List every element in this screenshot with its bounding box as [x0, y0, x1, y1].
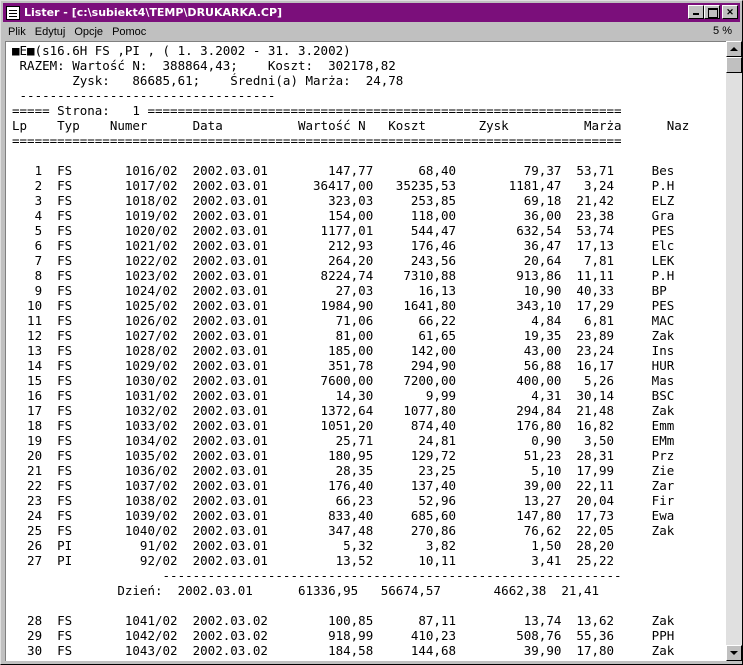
document-line: ========================================… [12, 133, 622, 148]
maximize-button[interactable] [704, 5, 720, 19]
document-line: RAZEM: Wartość N: 388864,43; Koszt: 3021… [12, 58, 396, 73]
document-line: Zysk: 86685,61; Średni(a) Marża: 24,78 [12, 73, 404, 88]
document-line: ===== Strona: 1 ========================… [12, 103, 622, 118]
document-line: 18 FS 1033/02 2002.03.01 1051,20 874,40 … [12, 418, 675, 433]
scroll-down-button[interactable] [726, 645, 742, 661]
document-line: 23 FS 1038/02 2002.03.01 66,23 52,96 13,… [12, 493, 675, 508]
document-line: 26 PI 91/02 2002.03.01 5,32 3,82 1,50 28… [12, 538, 615, 553]
document-line: 12 FS 1027/02 2002.03.01 81,00 61,65 19,… [12, 328, 675, 343]
document-line: ■E■(s16.6H FS ,PI , ( 1. 3.2002 - 31. 3.… [12, 43, 351, 58]
document-line: 7 FS 1022/02 2002.03.01 264,20 243,56 20… [12, 253, 675, 268]
document-line: 27 PI 92/02 2002.03.01 13,52 10,11 3,41 … [12, 553, 615, 568]
document-line: 20 FS 1035/02 2002.03.01 180,95 129,72 5… [12, 448, 675, 463]
document-line: 28 FS 1041/02 2002.03.02 100,85 87,11 13… [12, 613, 675, 628]
document-line: 15 FS 1030/02 2002.03.01 7600,00 7200,00… [12, 373, 675, 388]
scroll-up-button[interactable] [726, 41, 742, 57]
vertical-scrollbar[interactable] [726, 41, 742, 661]
lister-window: Lister - [c:\subiekt4\TEMP\DRUKARKA.CP] … [0, 0, 743, 665]
menu-bar: Plik Edytuj Opcje Pomoc 5 % [3, 23, 740, 41]
document-line: 9 FS 1024/02 2002.03.01 27,03 16,13 10,9… [12, 283, 667, 298]
document-line: 24 FS 1039/02 2002.03.01 833,40 685,60 1… [12, 508, 675, 523]
document-line: 16 FS 1031/02 2002.03.01 14,30 9,99 4,31… [12, 388, 675, 403]
document-line: ---------------------------------- [12, 88, 276, 103]
document-line: Lp Typ Numer Data Wartość N Koszt Zysk M… [12, 118, 690, 133]
document-line: 11 FS 1026/02 2002.03.01 71,06 66,22 4,8… [12, 313, 675, 328]
document-line: 19 FS 1034/02 2002.03.01 25,71 24,81 0,9… [12, 433, 675, 448]
document-icon[interactable] [6, 5, 20, 20]
document-line: 17 FS 1032/02 2002.03.01 1372,64 1077,80… [12, 403, 675, 418]
document-line: 14 FS 1029/02 2002.03.01 351,78 294,90 5… [12, 358, 675, 373]
document-line: 2 FS 1017/02 2002.03.01 36417,00 35235,5… [12, 178, 675, 193]
close-button[interactable]: ✕ [722, 5, 738, 19]
window-controls: ✕ [688, 5, 738, 19]
scroll-thumb[interactable] [726, 57, 742, 73]
document-line: Dzień: 2002.03.01 61336,95 56674,57 4662… [12, 583, 599, 598]
document-line: 4 FS 1019/02 2002.03.01 154,00 118,00 36… [12, 208, 675, 223]
document-line: 8 FS 1023/02 2002.03.01 8224,74 7310,88 … [12, 268, 675, 283]
zoom-indicator: 5 % [713, 25, 732, 37]
minimize-button[interactable] [688, 5, 704, 19]
document-line: 3 FS 1018/02 2002.03.01 323,03 253,85 69… [12, 193, 675, 208]
menu-plik[interactable]: Plik [4, 26, 30, 38]
document-text: ■E■(s16.6H FS ,PI , ( 1. 3.2002 - 31. 3.… [12, 43, 689, 658]
menu-edytuj[interactable]: Edytuj [31, 26, 70, 38]
window-title: Lister - [c:\subiekt4\TEMP\DRUKARKA.CP] [24, 6, 283, 19]
document-line: 1 FS 1016/02 2002.03.01 147,77 68,40 79,… [12, 163, 675, 178]
document-line: 22 FS 1037/02 2002.03.01 176,40 137,40 3… [12, 478, 675, 493]
document-line: 30 FS 1043/02 2002.03.02 184,58 144,68 3… [12, 643, 675, 658]
title-bar[interactable]: Lister - [c:\subiekt4\TEMP\DRUKARKA.CP] … [3, 3, 740, 22]
document-line: 21 FS 1036/02 2002.03.01 28,35 23,25 5,1… [12, 463, 675, 478]
document-line: 6 FS 1021/02 2002.03.01 212,93 176,46 36… [12, 238, 675, 253]
document-line: 29 FS 1042/02 2002.03.02 918,99 410,23 5… [12, 628, 675, 643]
menu-pomoc[interactable]: Pomoc [108, 26, 150, 38]
document-line: ----------------------------------------… [12, 568, 622, 583]
document-line: 13 FS 1028/02 2002.03.01 185,00 142,00 4… [12, 343, 675, 358]
document-line: 5 FS 1020/02 2002.03.01 1177,01 544,47 6… [12, 223, 675, 238]
menu-opcje[interactable]: Opcje [70, 26, 107, 38]
document-view[interactable]: ■E■(s16.6H FS ,PI , ( 1. 3.2002 - 31. 3.… [5, 41, 726, 661]
document-line: 25 FS 1040/02 2002.03.01 347,48 270,86 7… [12, 523, 675, 538]
document-line: 10 FS 1025/02 2002.03.01 1984,90 1641,80… [12, 298, 675, 313]
